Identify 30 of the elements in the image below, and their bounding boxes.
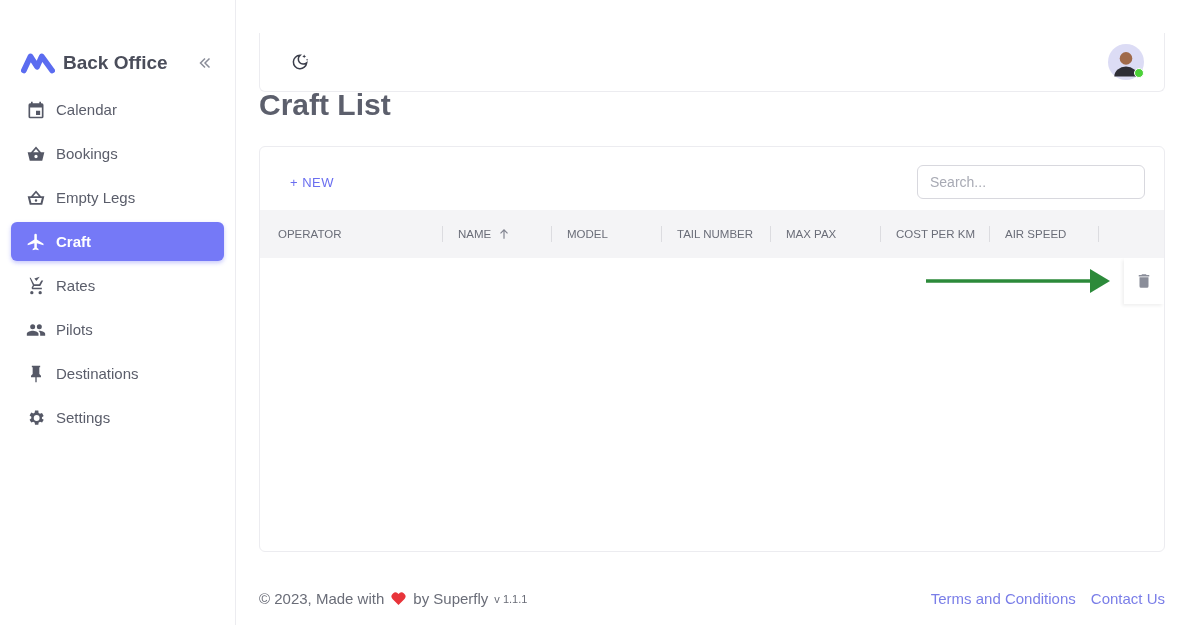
nav-item[interactable]: Pilots <box>11 310 224 349</box>
avatar[interactable] <box>1108 44 1144 80</box>
column-header[interactable]: AIR SPEED <box>1005 228 1067 240</box>
copyright-text: © 2023, Made with <box>259 590 385 607</box>
airplane-icon <box>26 231 46 252</box>
footer-link[interactable]: Contact Us <box>1090 590 1165 607</box>
nav-item[interactable]: Empty Legs <box>11 178 224 217</box>
column-header[interactable]: MAX PAX <box>786 228 837 240</box>
footer-link[interactable]: Terms and Conditions <box>930 590 1076 607</box>
nav-item[interactable]: Calendar <box>11 90 224 129</box>
column-header[interactable]: TAIL NUMBER <box>677 228 754 240</box>
heart-icon <box>390 590 408 607</box>
page-title: Craft List <box>259 92 392 123</box>
column-header[interactable]: COST PER KM <box>896 228 976 240</box>
version-text: v 1.1.1 <box>494 592 528 605</box>
moon-icon[interactable] <box>290 52 310 72</box>
nav-item[interactable]: Bookings <box>11 134 224 173</box>
nav-item[interactable]: Settings <box>11 398 224 437</box>
column-header[interactable]: OPERATOR <box>278 228 342 240</box>
nav-item[interactable]: Rates <box>11 266 224 305</box>
new-button[interactable]: + NEW <box>280 168 345 196</box>
search-field[interactable]: Search... <box>917 165 1145 199</box>
credit-text: by Superfly <box>413 590 489 607</box>
calendar-icon <box>26 99 46 120</box>
nav-item[interactable]: Craft <box>11 222 224 261</box>
nav-item[interactable]: Destinations <box>11 354 224 393</box>
column-header[interactable]: MODEL <box>567 228 608 240</box>
column-header[interactable]: NAME <box>458 228 492 240</box>
logo-icon <box>21 52 55 74</box>
brand-name: Back Office <box>63 52 169 74</box>
